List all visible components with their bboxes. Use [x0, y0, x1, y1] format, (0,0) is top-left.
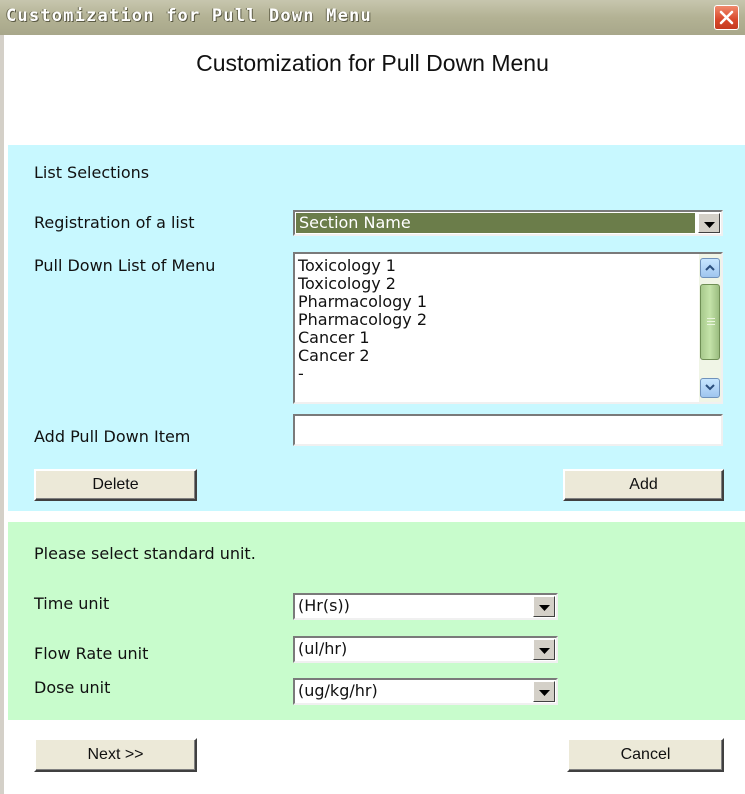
standard-unit-heading: Please select standard unit. [34, 544, 256, 563]
flow-rate-unit-dropdown-button[interactable] [533, 639, 555, 660]
chevron-down-icon [704, 222, 715, 228]
add-item-label: Add Pull Down Item [34, 427, 191, 446]
chevron-down-icon [539, 648, 550, 654]
list-item[interactable]: Pharmacology 1 [298, 293, 427, 311]
delete-button[interactable]: Delete [34, 469, 197, 501]
registration-dropdown-button[interactable] [698, 213, 720, 233]
flow-rate-unit-label: Flow Rate unit [34, 644, 149, 663]
cancel-button[interactable]: Cancel [567, 738, 724, 772]
list-item[interactable]: Toxicology 2 [298, 275, 427, 293]
list-item[interactable]: Cancer 2 [298, 347, 427, 365]
flow-rate-unit-dropdown[interactable]: (ul/hr) [293, 636, 558, 663]
dose-unit-dropdown[interactable]: (ug/kg/hr) [293, 678, 558, 705]
chevron-down-icon [539, 605, 550, 611]
dose-unit-value: (ug/kg/hr) [298, 681, 378, 700]
list-item[interactable]: Cancer 1 [298, 329, 427, 347]
page-title: Customization for Pull Down Menu [196, 50, 549, 76]
pulldown-list-label: Pull Down List of Menu [34, 256, 216, 275]
add-item-input[interactable] [293, 414, 723, 446]
time-unit-dropdown[interactable]: (Hr(s)) [293, 593, 558, 620]
list-item[interactable]: Toxicology 1 [298, 257, 427, 275]
dose-unit-label: Dose unit [34, 678, 111, 697]
add-button[interactable]: Add [563, 469, 724, 501]
next-button[interactable]: Next >> [34, 738, 197, 772]
chevron-down-icon [705, 384, 715, 391]
close-icon [719, 10, 734, 25]
list-item[interactable]: - [298, 365, 427, 383]
window-title: Customization for Pull Down Menu [6, 6, 372, 26]
registration-label: Registration of a list [34, 213, 195, 232]
registration-value: Section Name [296, 213, 695, 233]
title-bar[interactable]: Customization for Pull Down Menu [0, 0, 745, 36]
close-button[interactable] [714, 5, 739, 30]
registration-dropdown[interactable]: Section Name [293, 210, 723, 236]
pulldown-listbox[interactable]: Toxicology 1 Toxicology 2 Pharmacology 1… [293, 252, 723, 404]
time-unit-value: (Hr(s)) [298, 596, 350, 615]
flow-rate-unit-value: (ul/hr) [298, 639, 348, 658]
scroll-thumb[interactable] [700, 284, 720, 360]
list-selections-heading: List Selections [34, 163, 150, 182]
listbox-scrollbar[interactable] [699, 254, 721, 402]
list-item[interactable]: Pharmacology 2 [298, 311, 427, 329]
time-unit-dropdown-button[interactable] [533, 596, 555, 617]
time-unit-label: Time unit [34, 594, 110, 613]
scroll-up-button[interactable] [700, 258, 720, 278]
chevron-up-icon [705, 264, 715, 271]
chevron-down-icon [539, 690, 550, 696]
scroll-down-button[interactable] [700, 378, 720, 398]
dose-unit-dropdown-button[interactable] [533, 681, 555, 702]
